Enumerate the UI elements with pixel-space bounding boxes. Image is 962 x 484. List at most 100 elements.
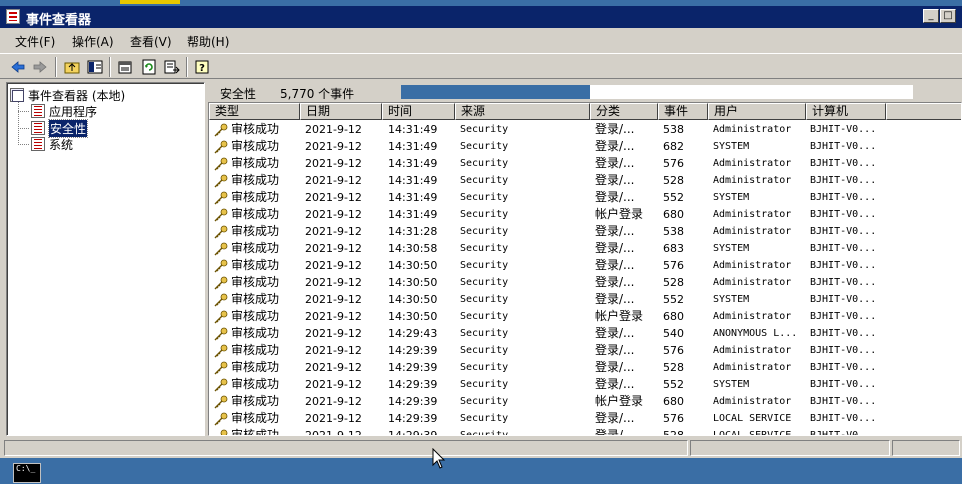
tree-connector [18,111,29,112]
column-header-filler [886,103,961,120]
menu-view[interactable]: 查看(V) [130,33,172,49]
table-row[interactable]: 审核成功 2021-9-12 14:29:39 Security 登录/... 576 Ad… [209,342,961,359]
menu-action[interactable]: 操作(A) [72,33,114,49]
cell-user: Administrator [713,158,792,169]
cell-type: 审核成功 [231,377,280,391]
table-row[interactable]: 审核成功 2021-9-12 14:29:39 Security 帐户登录 680 Admi… [209,393,961,410]
table-row[interactable]: 审核成功 2021-9-12 14:30:50 Security 登录/... 576 Ad… [209,257,961,274]
back-arrow-icon[interactable] [8,57,28,77]
menu-file[interactable]: 文件(F) [15,33,55,49]
table-row[interactable]: 审核成功 2021-9-12 14:30:50 Security 登录/... 552 SY… [209,291,961,308]
column-header-time[interactable]: 时间 [382,103,455,120]
cell-category: 登录/... [595,292,635,306]
table-row[interactable]: 审核成功 2021-9-12 14:31:28 Security 登录/... 538 Ad… [209,223,961,240]
column-header-date[interactable]: 日期 [300,103,382,120]
cell-user: Administrator [713,345,792,356]
cell-type: 审核成功 [231,343,280,357]
audit-success-key-icon [213,191,229,205]
cmd-taskbar-button[interactable]: C:\_ [13,463,41,483]
event-viewer-window: 事件查看器 _ □ 文件(F) 操作(A) 查看(V) 帮助(H) ? 事件查看… [0,6,962,458]
cell-category: 登录/... [595,173,635,187]
up-folder-icon[interactable] [62,57,82,77]
cell-source: Security [460,192,509,203]
export-list-icon[interactable] [162,57,182,77]
audit-success-key-icon [213,157,229,171]
cell-computer: BJHIT-V0... [810,396,877,407]
cell-computer: BJHIT-V0... [810,209,877,220]
table-row[interactable]: 审核成功 2021-9-12 14:31:49 Security 帐户登录 680 Admi… [209,206,961,223]
tree-item-label: 安全性 [47,118,89,138]
cell-date: 2021-9-12 [305,378,362,391]
column-header-source[interactable]: 来源 [455,103,590,120]
menu-help[interactable]: 帮助(H) [187,33,229,49]
column-header-computer[interactable]: 计算机 [806,103,886,120]
cell-user: SYSTEM [713,141,750,152]
cell-time: 14:29:39 [388,395,438,408]
tree-item-application[interactable]: 应用程序 [31,103,97,119]
table-row[interactable]: 审核成功 2021-9-12 14:29:43 Security 登录/... 540 AN… [209,325,961,342]
table-row[interactable]: 审核成功 2021-9-12 14:29:39 Security 登录/... 528 LO… [209,427,961,436]
cell-computer: BJHIT-V0... [810,294,877,305]
minimize-button[interactable]: _ [923,9,939,23]
status-panel-main [4,440,688,456]
table-row[interactable]: 审核成功 2021-9-12 14:29:39 Security 登录/... 528 Ad… [209,359,961,376]
forward-arrow-icon[interactable] [30,57,50,77]
cell-event: 552 [663,191,684,204]
cell-event: 680 [663,208,684,221]
cell-source: Security [460,328,509,339]
table-row[interactable]: 审核成功 2021-9-12 14:31:49 Security 登录/... 682 SY… [209,138,961,155]
cell-event: 552 [663,293,684,306]
column-header-type[interactable]: 类型 [209,103,300,120]
table-row[interactable]: 审核成功 2021-9-12 14:30:50 Security 登录/... 528 Ad… [209,274,961,291]
cell-source: Security [460,396,509,407]
cell-event: 538 [663,123,684,136]
cell-type: 审核成功 [231,224,280,238]
log-name: 安全性 [220,87,257,101]
table-row[interactable]: 审核成功 2021-9-12 14:31:49 Security 登录/... 538 Ad… [209,121,961,138]
cell-time: 14:29:39 [388,361,438,374]
cell-time: 14:31:49 [388,174,438,187]
column-header-event[interactable]: 事件 [658,103,708,120]
properties-icon[interactable] [115,57,135,77]
cell-category: 登录/... [595,275,635,289]
cell-category: 帐户登录 [595,207,644,221]
cell-date: 2021-9-12 [305,429,362,436]
tree-item-security[interactable]: 安全性 [31,118,89,138]
cell-time: 14:31:49 [388,157,438,170]
cell-type: 审核成功 [231,139,280,153]
refresh-icon[interactable] [139,57,159,77]
audit-success-key-icon [213,378,229,392]
title-bar[interactable]: 事件查看器 _ □ [0,6,962,28]
column-header-category[interactable]: 分类 [590,103,658,120]
tree-item-system[interactable]: 系统 [31,136,73,152]
table-row[interactable]: 审核成功 2021-9-12 14:31:49 Security 登录/... 552 SY… [209,189,961,206]
cell-source: Security [460,243,509,254]
cell-source: Security [460,379,509,390]
table-row[interactable]: 审核成功 2021-9-12 14:31:49 Security 登录/... 528 Ad… [209,172,961,189]
table-row[interactable]: 审核成功 2021-9-12 14:31:49 Security 登录/... 576 Ad… [209,155,961,172]
cell-date: 2021-9-12 [305,395,362,408]
cell-type: 审核成功 [231,360,280,374]
tree-root[interactable]: 事件查看器 (本地) [10,87,125,103]
cell-computer: BJHIT-V0... [810,158,877,169]
table-row[interactable]: 审核成功 2021-9-12 14:30:58 Security 登录/... 683 SY… [209,240,961,257]
event-list[interactable]: 类型 日期 时间 来源 分类 事件 用户 计算机 审核成功 2021-9-12 14… [208,102,962,436]
table-row[interactable]: 审核成功 2021-9-12 14:30:50 Security 帐户登录 680 Admi… [209,308,961,325]
cell-source: Security [460,430,509,436]
cell-user: Administrator [713,277,792,288]
cell-source: Security [460,345,509,356]
table-row[interactable]: 审核成功 2021-9-12 14:29:39 Security 登录/... 576 LO… [209,410,961,427]
cell-type: 审核成功 [231,309,280,323]
console-tree[interactable]: 事件查看器 (本地) 应用程序 安全性 系统 [6,82,205,436]
audit-success-key-icon [213,412,229,426]
window-title: 事件查看器 [26,13,92,28]
column-header-user[interactable]: 用户 [708,103,806,120]
status-panel-2 [690,440,890,456]
show-hide-tree-icon[interactable] [85,57,105,77]
cell-computer: BJHIT-V0... [810,430,877,436]
cell-computer: BJHIT-V0... [810,175,877,186]
table-row[interactable]: 审核成功 2021-9-12 14:29:39 Security 登录/... 552 SY… [209,376,961,393]
maximize-button[interactable]: □ [940,9,956,23]
help-icon[interactable]: ? [192,57,212,77]
cell-date: 2021-9-12 [305,157,362,170]
